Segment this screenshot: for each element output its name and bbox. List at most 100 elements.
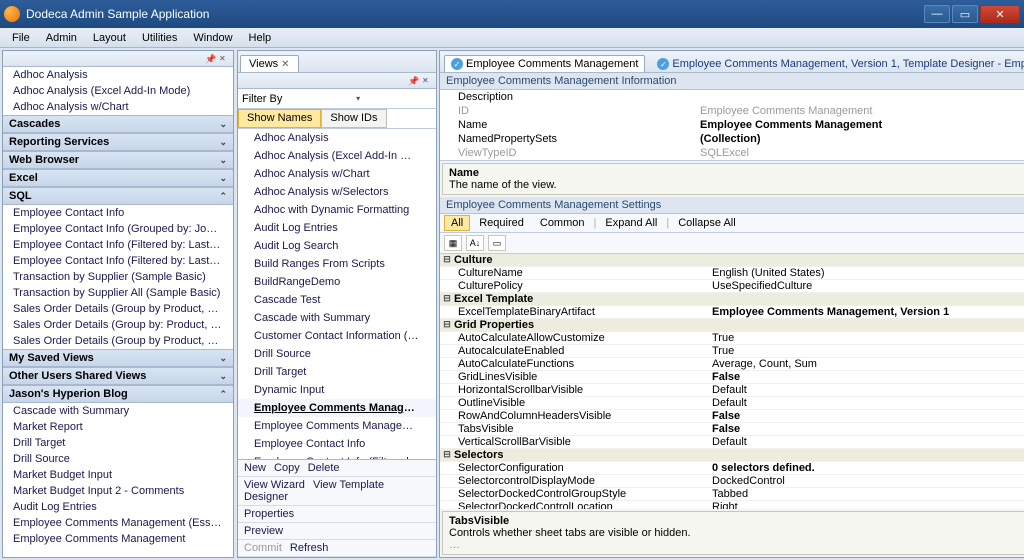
menu-window[interactable]: Window	[185, 32, 240, 44]
list-item[interactable]: Employee Comments Management	[238, 399, 436, 417]
category-header[interactable]: Web Browser⌄	[3, 151, 233, 169]
tree-item[interactable]: Cascade with Summary	[3, 403, 233, 419]
tree-item[interactable]: Drill Source	[3, 451, 233, 467]
cmd-properties[interactable]: Properties	[244, 508, 294, 520]
list-item[interactable]: Adhoc Analysis	[238, 129, 436, 147]
collapse-icon[interactable]: ⊟	[440, 449, 454, 461]
cmd-refresh[interactable]: Refresh	[290, 542, 329, 554]
tree-item[interactable]: Drill Target	[3, 435, 233, 451]
tree-item[interactable]: Employee Contact Info (Filtered by: Last…	[3, 237, 233, 253]
settings-row[interactable]: SelectorcontrolDisplayModeDockedControl	[440, 475, 1024, 488]
settings-category[interactable]: ⊟Grid Properties	[440, 319, 1024, 332]
category-header[interactable]: Cascades⌄	[3, 115, 233, 133]
pin-icon[interactable]: 📌	[205, 54, 215, 64]
prop-val[interactable]	[700, 91, 1024, 103]
cmd-copy[interactable]: Copy	[274, 462, 300, 474]
list-item[interactable]: Adhoc Analysis w/Chart	[238, 165, 436, 183]
property-pages-icon[interactable]: ▭	[488, 235, 506, 251]
tree-item[interactable]: Employee Contact Info (Filtered by: Last…	[3, 253, 233, 269]
tree-item[interactable]: Employee Contact Info (Grouped by: Job T…	[3, 221, 233, 237]
category-header[interactable]: Reporting Services⌄	[3, 133, 233, 151]
list-item[interactable]: Adhoc with Dynamic Formatting	[238, 201, 436, 219]
settings-row[interactable]: HorizontalScrollbarVisibleDefault	[440, 384, 1024, 397]
collapse-icon[interactable]: ⊟	[440, 319, 454, 331]
settings-row[interactable]: RowAndColumnHeadersVisibleFalse	[440, 410, 1024, 423]
tree-item[interactable]: Transaction by Supplier (Sample Basic)	[3, 269, 233, 285]
close-button[interactable]: ✕	[980, 5, 1020, 23]
sort-icon[interactable]: A↓	[466, 235, 484, 251]
settings-category[interactable]: ⊟Culture	[440, 254, 1024, 267]
settings-row[interactable]: SelectorDockedControlLocationRight	[440, 501, 1024, 509]
settings-category[interactable]: ⊟Selectors	[440, 449, 1024, 462]
list-item[interactable]: Drill Source	[238, 345, 436, 363]
settings-row[interactable]: AutoCalculateFunctionsAverage, Count, Su…	[440, 358, 1024, 371]
tree-item[interactable]: Market Report	[3, 419, 233, 435]
menu-file[interactable]: File	[4, 32, 38, 44]
settings-tab-required[interactable]: Required	[472, 215, 531, 231]
pin-icon[interactable]: 📌	[408, 76, 418, 86]
tree-item[interactable]: Adhoc Analysis w/Chart	[3, 99, 233, 115]
prop-val[interactable]: Employee Comments Management	[700, 119, 1024, 131]
tree-item[interactable]: Adhoc Analysis	[3, 67, 233, 83]
menu-help[interactable]: Help	[241, 32, 280, 44]
settings-row[interactable]: SelectorDockedControlGroupStyleTabbed	[440, 488, 1024, 501]
show-ids-button[interactable]: Show IDs	[321, 109, 386, 128]
category-header[interactable]: Other Users Shared Views⌄	[3, 367, 233, 385]
settings-row[interactable]: CultureNameEnglish (United States)	[440, 267, 1024, 280]
categorized-icon[interactable]: ▦	[444, 235, 462, 251]
cmd-delete[interactable]: Delete	[308, 462, 340, 474]
list-item[interactable]: Adhoc Analysis (Excel Add-In Mode)	[238, 147, 436, 165]
list-item[interactable]: Adhoc Analysis w/Selectors	[238, 183, 436, 201]
settings-row[interactable]: ExcelTemplateBinaryArtifactEmployee Comm…	[440, 306, 1024, 319]
tab-ecm[interactable]: ✓Employee Comments Management	[444, 55, 645, 72]
show-names-button[interactable]: Show Names	[238, 109, 321, 128]
settings-tab-all[interactable]: All	[444, 215, 470, 231]
close-icon[interactable]: ✕	[422, 76, 432, 86]
list-item[interactable]: Dynamic Input	[238, 381, 436, 399]
category-header[interactable]: Excel⌄	[3, 169, 233, 187]
menu-admin[interactable]: Admin	[38, 32, 85, 44]
list-item[interactable]: Audit Log Entries	[238, 219, 436, 237]
settings-row[interactable]: VerticalScrollBarVisibleDefault	[440, 436, 1024, 449]
list-item[interactable]: Build Ranges From Scripts	[238, 255, 436, 273]
settings-row[interactable]: AutocalculateEnabledTrue	[440, 345, 1024, 358]
cmd-wizard[interactable]: View Wizard	[244, 479, 305, 491]
category-header[interactable]: Jason's Hyperion Blog⌃	[3, 385, 233, 403]
category-header[interactable]: My Saved Views⌄	[3, 349, 233, 367]
cmd-new[interactable]: New	[244, 462, 266, 474]
list-item[interactable]: Customer Contact Information (Advent…	[238, 327, 436, 345]
cmd-preview[interactable]: Preview	[244, 525, 283, 537]
settings-tab-common[interactable]: Common	[533, 215, 592, 231]
tree-item[interactable]: Employee Contact Info	[3, 205, 233, 221]
menu-utilities[interactable]: Utilities	[134, 32, 185, 44]
close-icon[interactable]: ✕	[281, 59, 289, 70]
menu-layout[interactable]: Layout	[85, 32, 134, 44]
tree-item[interactable]: Transaction by Supplier All (Sample Basi…	[3, 285, 233, 301]
list-item[interactable]: Cascade with Summary	[238, 309, 436, 327]
settings-collapse-all[interactable]: Collapse All	[671, 215, 742, 231]
settings-row[interactable]: AutoCalculateAllowCustomizeTrue	[440, 332, 1024, 345]
list-item[interactable]: Employee Comments Management (Es…	[238, 417, 436, 435]
views-list[interactable]: Adhoc AnalysisAdhoc Analysis (Excel Add-…	[238, 129, 436, 459]
prop-val[interactable]: (Collection)	[700, 133, 1024, 145]
list-item[interactable]: Employee Contact Info	[238, 435, 436, 453]
close-icon[interactable]: ✕	[219, 54, 229, 64]
tree-item[interactable]: Adhoc Analysis (Excel Add-In Mode)	[3, 83, 233, 99]
settings-row[interactable]: OutlineVisibleDefault	[440, 397, 1024, 410]
cmd-commit[interactable]: Commit	[244, 542, 282, 554]
chevron-down-icon[interactable]: ▾	[354, 94, 360, 103]
tree-item[interactable]: Employee Comments Management	[3, 531, 233, 547]
tree-item[interactable]: Market Budget Input	[3, 467, 233, 483]
views-tab[interactable]: Views ✕	[240, 55, 299, 72]
tab-template-designer[interactable]: ✓Employee Comments Management, Version 1…	[651, 56, 1024, 72]
settings-category[interactable]: ⊟Excel Template	[440, 293, 1024, 306]
tree-item[interactable]: Sales Order Details (Group by Product, S…	[3, 333, 233, 349]
list-item[interactable]: BuildRangeDemo	[238, 273, 436, 291]
tree-item[interactable]: Sales Order Details (Group by Product, S…	[3, 301, 233, 317]
list-item[interactable]: Audit Log Search	[238, 237, 436, 255]
tree-item[interactable]: Audit Log Entries	[3, 499, 233, 515]
category-header[interactable]: SQL⌃	[3, 187, 233, 205]
minimize-button[interactable]: —	[924, 5, 950, 23]
collapse-icon[interactable]: ⊟	[440, 293, 454, 305]
tree-item[interactable]: Market Budget Input 2 - Comments	[3, 483, 233, 499]
